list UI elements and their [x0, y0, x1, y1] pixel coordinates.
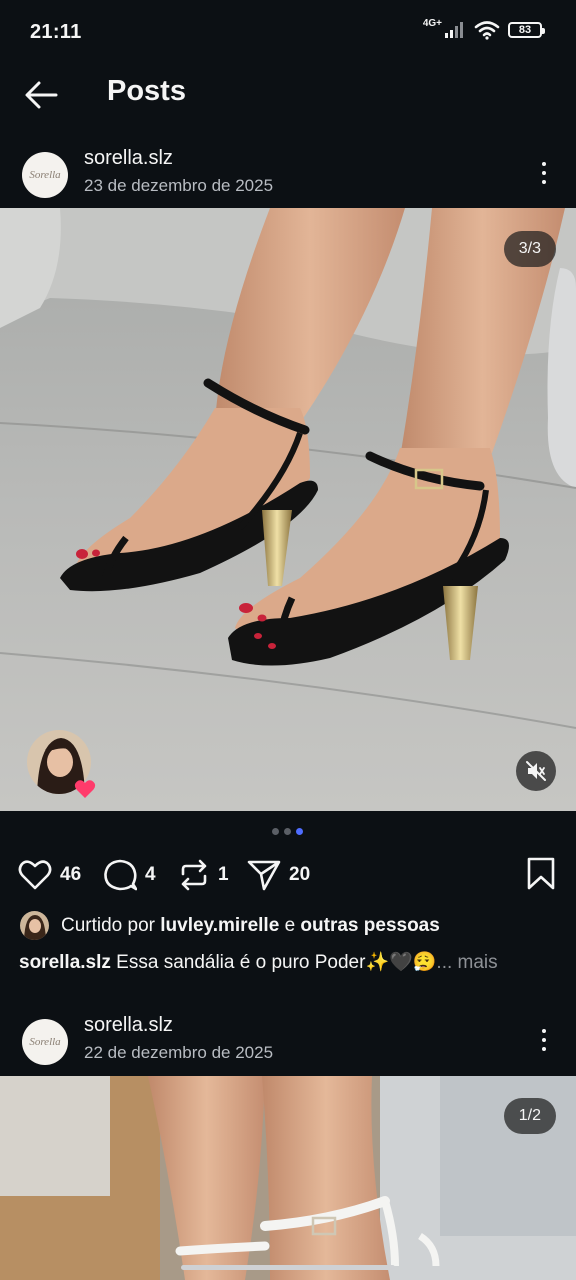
- liker-photo: [20, 911, 49, 940]
- liker-avatar: [20, 911, 49, 940]
- page-title: Posts: [107, 75, 186, 107]
- like-button[interactable]: 46: [18, 855, 81, 895]
- signal-icon: [445, 22, 463, 38]
- user-avatar[interactable]: Sorella: [22, 152, 68, 198]
- status-icons: 4G+ 83: [422, 17, 545, 40]
- post-date: 22 de dezembro de 2025: [84, 1043, 274, 1062]
- post-username[interactable]: sorella.slz: [84, 1014, 173, 1037]
- post-caption: sorella.slz Essa sandália é o puro Poder…: [19, 950, 498, 974]
- carousel-dot-active: [296, 828, 303, 835]
- heart-badge-icon: [74, 780, 96, 798]
- post-date: 23 de dezembro de 2025: [84, 176, 274, 195]
- post-photo[interactable]: 3/3: [0, 208, 576, 811]
- bookmark-icon[interactable]: [526, 857, 556, 891]
- caption-text: Essa sandália é o puro Poder✨🖤😮‍💨: [116, 952, 437, 973]
- status-bar: 21:11 4G+ 83: [0, 0, 576, 64]
- post-header: Sorella sorella.slz 22 de dezembro de 20…: [0, 1011, 576, 1077]
- post-actions: 46 4 1 20: [0, 855, 576, 895]
- home-indicator[interactable]: [181, 1265, 395, 1270]
- share-count: 20: [289, 864, 311, 885]
- liked-by[interactable]: Curtido por luvley.mirelle e outras pess…: [20, 911, 440, 940]
- carousel-dot: [272, 828, 279, 835]
- wifi-icon: [474, 21, 500, 40]
- mute-icon: [526, 761, 546, 781]
- carousel-dot: [284, 828, 291, 835]
- caption-username[interactable]: sorella.slz: [19, 952, 111, 973]
- sandal-photo: [0, 1076, 576, 1280]
- liked-prefix: Curtido por: [61, 914, 155, 936]
- send-icon: [247, 860, 281, 891]
- more-options-icon[interactable]: [534, 156, 554, 190]
- status-time: 21:11: [30, 21, 82, 43]
- liked-others[interactable]: outras pessoas: [300, 915, 439, 936]
- post-header: Sorella sorella.slz 23 de dezembro de 20…: [0, 144, 576, 210]
- sandal-photo: [0, 208, 576, 811]
- repost-count: 1: [218, 864, 229, 885]
- mute-button[interactable]: [516, 751, 556, 791]
- carousel-counter: 3/3: [503, 231, 556, 267]
- liked-conj: e: [284, 914, 296, 936]
- battery-icon: 83: [508, 22, 545, 38]
- comment-button[interactable]: 4: [103, 855, 156, 895]
- carousel-counter: 1/2: [503, 1098, 556, 1134]
- network-label: 4G+: [422, 17, 442, 29]
- user-avatar[interactable]: Sorella: [22, 1019, 68, 1065]
- liked-user[interactable]: luvley.mirelle: [160, 915, 279, 936]
- like-count: 46: [60, 864, 82, 885]
- carousel-indicator: [272, 828, 303, 835]
- caption-more-link[interactable]: ... mais: [436, 952, 497, 973]
- battery-level: 83: [518, 24, 532, 36]
- repost-icon: [181, 859, 207, 891]
- more-options-icon[interactable]: [534, 1023, 554, 1057]
- post-photo[interactable]: 1/2: [0, 1076, 576, 1280]
- comment-icon: [104, 859, 137, 891]
- app-header: Posts: [0, 64, 576, 126]
- repost-button[interactable]: 1: [178, 855, 229, 895]
- heart-icon: [18, 860, 52, 890]
- back-arrow-icon[interactable]: [22, 76, 60, 114]
- share-button[interactable]: 20: [247, 855, 310, 895]
- post-username[interactable]: sorella.slz: [84, 147, 173, 170]
- comment-count: 4: [145, 864, 156, 885]
